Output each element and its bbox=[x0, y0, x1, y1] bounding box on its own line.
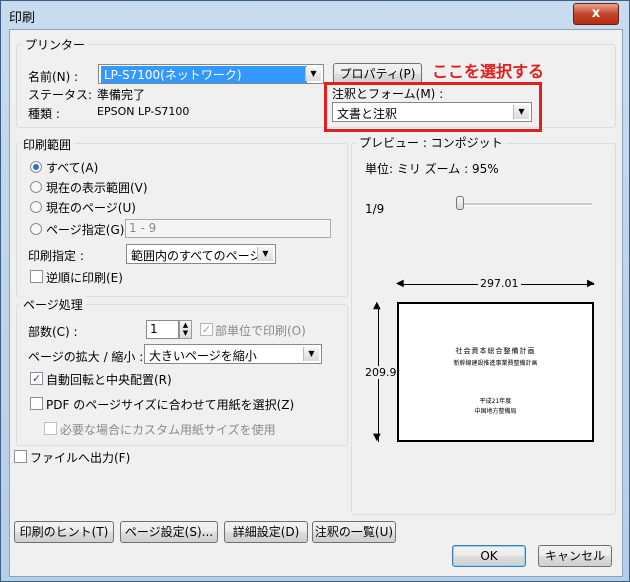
arrow-right-icon: ▶ bbox=[587, 278, 595, 289]
arrow-left-icon: ◀ bbox=[396, 278, 404, 289]
preview-doc-title: 社会資本総合整備計画 bbox=[455, 347, 536, 355]
auto-rotate-checkbox[interactable]: ✓ bbox=[30, 372, 43, 385]
advanced-button[interactable]: 詳細設定(D) bbox=[224, 521, 308, 543]
chevron-down-icon: ▼ bbox=[257, 247, 273, 261]
preview-doc-issuer: 中国地方整備局 bbox=[474, 408, 517, 415]
collate-label[interactable]: 部単位で印刷(O) bbox=[215, 322, 306, 339]
window-title: 印刷 bbox=[9, 11, 36, 26]
printer-group-label: プリンター bbox=[22, 36, 89, 53]
comments-forms-value: 文書と注釈 bbox=[337, 107, 398, 121]
type-label: 種類 : bbox=[28, 107, 60, 121]
page-slider-thumb[interactable] bbox=[456, 196, 464, 210]
comments-forms-label: 注釈とフォーム(M) : bbox=[332, 87, 444, 101]
scaling-label: ページの拡大 / 縮小 : bbox=[28, 350, 144, 364]
printer-name-select[interactable]: LP-S7100(ネットワーク) ▼ bbox=[98, 64, 324, 84]
copies-input[interactable]: 1 bbox=[146, 320, 179, 339]
printer-name-value: LP-S7100(ネットワーク) bbox=[101, 66, 307, 83]
print-hints-button[interactable]: 印刷のヒント(T) bbox=[14, 521, 114, 543]
cancel-button[interactable]: キャンセル bbox=[538, 545, 612, 567]
dialog-client: プリンター 名前(N) : LP-S7100(ネットワーク) ▼ プロパティ(P… bbox=[9, 29, 623, 577]
print-to-file-checkbox[interactable] bbox=[14, 450, 27, 463]
chevron-down-icon: ▼ bbox=[305, 67, 321, 81]
radio-current-page-label[interactable]: 現在のページ(U) bbox=[46, 199, 136, 216]
preview-group-label: プレビュー : コンポジット bbox=[356, 134, 506, 151]
width-value: 297.01 bbox=[478, 277, 521, 290]
subset-label: 印刷指定 : bbox=[28, 249, 84, 263]
page-preview: 社会資本総合整備計画 新幹線建設推進事業費整備計画 平成21年度 中国地方整備局 bbox=[397, 302, 594, 442]
collate-checkbox[interactable]: ✓ bbox=[200, 323, 213, 336]
preview-doc-subtitle: 新幹線建設推進事業費整備計画 bbox=[453, 360, 538, 367]
subset-value: 範囲内のすべてのページ bbox=[131, 249, 259, 263]
close-button[interactable]: x bbox=[573, 3, 619, 25]
scaling-value: 大きいページを縮小 bbox=[149, 349, 257, 363]
copies-label: 部数(C) : bbox=[28, 325, 78, 339]
subset-select[interactable]: 範囲内のすべてのページ ▼ bbox=[126, 244, 276, 264]
chevron-down-icon: ▼ bbox=[513, 105, 529, 119]
radio-all[interactable] bbox=[30, 161, 42, 173]
copies-stepper[interactable]: ▲ ▼ bbox=[179, 320, 192, 339]
auto-rotate-label[interactable]: 自動回転と中央配置(R) bbox=[46, 371, 172, 388]
pages-input[interactable]: 1 - 9 bbox=[125, 219, 331, 238]
radio-pages[interactable] bbox=[30, 223, 42, 235]
pdf-size-checkbox[interactable] bbox=[30, 397, 43, 410]
custom-size-label[interactable]: 必要な場合にカスタム用紙サイズを使用 bbox=[60, 421, 276, 438]
arrow-down-icon: ▼ bbox=[373, 432, 381, 443]
radio-current-view[interactable] bbox=[30, 181, 42, 193]
pdf-size-label[interactable]: PDF のページサイズに合わせて用紙を選択(Z) bbox=[46, 396, 294, 413]
page-slider-track[interactable] bbox=[464, 203, 592, 206]
reverse-checkbox[interactable] bbox=[30, 270, 43, 283]
summarize-comments-button[interactable]: 注釈の一覧(U) bbox=[312, 521, 396, 543]
page-indicator: 1/9 bbox=[365, 202, 385, 216]
radio-all-label[interactable]: すべて(A) bbox=[46, 159, 98, 176]
print-range-group-label: 印刷範囲 bbox=[20, 136, 75, 153]
radio-current-view-label[interactable]: 現在の表示範囲(V) bbox=[46, 179, 148, 196]
comments-forms-select[interactable]: 文書と注釈 ▼ bbox=[332, 102, 532, 122]
page-setup-button[interactable]: ページ設定(S)... bbox=[120, 521, 218, 543]
scaling-select[interactable]: 大きいページを縮小 ▼ bbox=[144, 344, 322, 364]
title-bar: 印刷 x bbox=[1, 1, 629, 29]
type-value: EPSON LP-S7100 bbox=[97, 105, 190, 118]
radio-pages-label[interactable]: ページ指定(G) bbox=[46, 221, 124, 238]
page-handling-group-label: ページ処理 bbox=[20, 296, 86, 313]
printer-name-label: 名前(N) : bbox=[28, 70, 79, 84]
chevron-down-icon: ▼ bbox=[303, 347, 319, 361]
copies-value: 1 bbox=[150, 322, 158, 336]
radio-current-page[interactable] bbox=[30, 201, 42, 213]
pages-input-value: 1 - 9 bbox=[129, 221, 157, 235]
custom-size-checkbox[interactable] bbox=[44, 422, 57, 435]
annotation-text: ここを選択する bbox=[432, 62, 545, 81]
print-dialog: 印刷 x プリンター 名前(N) : LP-S7100(ネットワーク) ▼ プロ… bbox=[0, 0, 630, 582]
preview-unit-label: 単位: ミリ ズーム : 95% bbox=[365, 162, 499, 176]
preview-doc-date: 平成21年度 bbox=[479, 398, 512, 405]
ok-button[interactable]: OK bbox=[452, 545, 526, 567]
status-label: ステータス: bbox=[28, 88, 93, 102]
arrow-up-icon: ▲ bbox=[373, 300, 381, 311]
print-to-file-label[interactable]: ファイルへ出力(F) bbox=[30, 449, 130, 466]
status-value: 準備完了 bbox=[97, 88, 146, 102]
reverse-label[interactable]: 逆順に印刷(E) bbox=[46, 269, 123, 286]
